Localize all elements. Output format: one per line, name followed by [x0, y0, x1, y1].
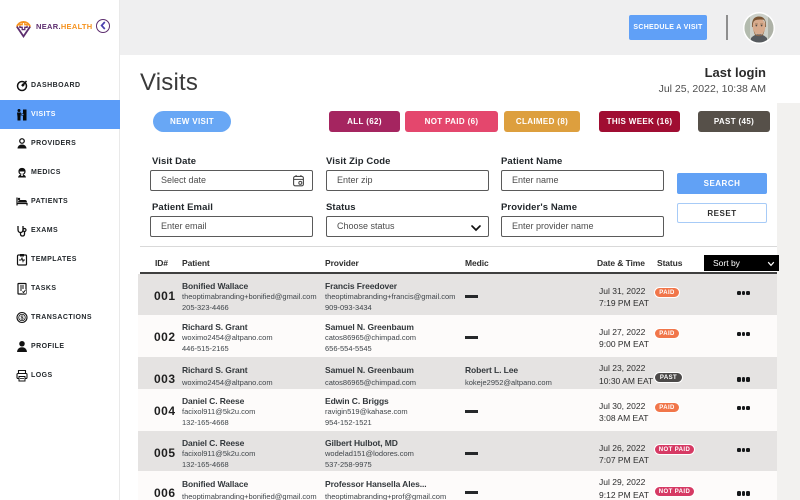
- svg-text:$: $: [20, 316, 23, 322]
